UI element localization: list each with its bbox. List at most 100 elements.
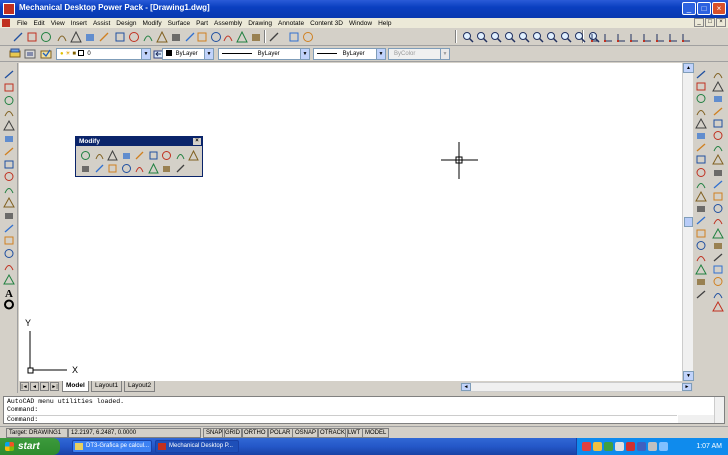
command-hscroll[interactable] bbox=[678, 415, 714, 423]
menu-drawing[interactable]: Drawing bbox=[245, 20, 275, 27]
menu-insert[interactable]: Insert bbox=[68, 20, 90, 27]
close-button[interactable]: × bbox=[712, 2, 726, 15]
break-icon[interactable] bbox=[107, 163, 118, 174]
zoom-previous-icon[interactable] bbox=[518, 31, 530, 43]
publish-icon[interactable] bbox=[84, 31, 96, 43]
network-icon[interactable] bbox=[659, 442, 668, 451]
rectangle-icon[interactable] bbox=[3, 120, 15, 131]
object-snap-icon[interactable] bbox=[712, 93, 724, 104]
preview-icon[interactable] bbox=[70, 31, 82, 43]
object-snap-icon[interactable] bbox=[712, 240, 724, 251]
scroll-left-button[interactable]: ◄ bbox=[461, 383, 471, 391]
grid-toggle[interactable]: GRID bbox=[222, 428, 243, 438]
match-properties-icon[interactable] bbox=[156, 31, 168, 43]
taskbar-item-mechanical-desktop[interactable]: Mechanical Desktop P... bbox=[155, 440, 239, 453]
fillet-icon[interactable] bbox=[161, 163, 172, 174]
ucs-icon[interactable] bbox=[590, 31, 602, 43]
object-snap-icon[interactable] bbox=[712, 227, 724, 239]
dimension-tool-icon[interactable] bbox=[695, 179, 707, 190]
lwt-toggle[interactable]: LWT bbox=[345, 428, 364, 438]
object-snap-icon[interactable] bbox=[712, 289, 724, 300]
trim-icon[interactable] bbox=[80, 163, 91, 174]
object-snap-icon[interactable] bbox=[712, 130, 724, 141]
dimension-tool-icon[interactable] bbox=[695, 264, 707, 275]
table-icon[interactable] bbox=[3, 273, 15, 285]
view-icon[interactable] bbox=[222, 31, 234, 43]
dimension-tool-icon[interactable] bbox=[695, 106, 707, 117]
zoom-in-icon[interactable] bbox=[462, 31, 474, 43]
dimension-tool-icon[interactable] bbox=[695, 228, 707, 239]
polar-toggle[interactable]: POLAR bbox=[267, 428, 294, 438]
otrack-toggle[interactable]: OTRACK bbox=[317, 428, 349, 438]
layer-state-icon[interactable] bbox=[24, 48, 36, 60]
menu-design[interactable]: Design bbox=[113, 20, 139, 27]
dimension-tool-icon[interactable] bbox=[695, 252, 707, 263]
layer-dropdown[interactable]: ● ☀ ■ 0 ▼ bbox=[56, 48, 151, 60]
dimension-tool-icon[interactable] bbox=[695, 215, 707, 226]
tray-icon[interactable] bbox=[626, 442, 635, 451]
tray-icon[interactable] bbox=[593, 442, 602, 451]
ucs-view-icon[interactable] bbox=[655, 31, 667, 43]
multiline-text-icon[interactable]: A bbox=[3, 287, 15, 298]
object-snap-icon[interactable] bbox=[712, 118, 724, 129]
object-snap-icon[interactable] bbox=[712, 191, 724, 202]
mirror-icon[interactable] bbox=[107, 150, 118, 161]
app-icon[interactable] bbox=[3, 3, 15, 15]
object-snap-icon[interactable] bbox=[712, 106, 724, 117]
object-snap-icon[interactable] bbox=[712, 179, 724, 190]
polyline-icon[interactable] bbox=[3, 95, 15, 106]
zoom-window-icon[interactable] bbox=[236, 31, 248, 43]
tab-layout1[interactable]: Layout1 bbox=[91, 381, 123, 392]
polygon-icon[interactable] bbox=[3, 107, 15, 118]
zoom-center-icon[interactable] bbox=[546, 31, 558, 43]
cut-icon[interactable] bbox=[114, 31, 126, 43]
command-window[interactable]: AutoCAD menu utilities loaded. Command: … bbox=[3, 396, 725, 424]
dimension-tool-icon[interactable] bbox=[695, 191, 707, 202]
ucs-origin-icon[interactable] bbox=[616, 31, 628, 43]
donut-icon[interactable] bbox=[3, 299, 15, 310]
object-snap-icon[interactable] bbox=[712, 167, 724, 178]
tab-prev-button[interactable]: ◄ bbox=[30, 382, 39, 391]
menu-edit[interactable]: Edit bbox=[30, 20, 47, 27]
rotate-icon[interactable] bbox=[161, 150, 172, 161]
arc-icon[interactable] bbox=[3, 133, 15, 144]
dimension-tool-icon[interactable] bbox=[695, 130, 707, 141]
ellipse-icon[interactable] bbox=[3, 184, 15, 195]
construction-line-icon[interactable] bbox=[3, 82, 15, 93]
circle-icon[interactable] bbox=[3, 146, 15, 157]
lineweight-dropdown[interactable]: ByLayer ▼ bbox=[313, 48, 386, 60]
menu-content-3d[interactable]: Content 3D bbox=[307, 20, 346, 27]
new-icon[interactable] bbox=[12, 31, 24, 43]
region-icon[interactable] bbox=[3, 261, 15, 272]
today-icon[interactable] bbox=[210, 31, 222, 43]
taskbar-item-grafica[interactable]: DT3-Grafica pe calcul... bbox=[72, 440, 152, 453]
object-snap-icon[interactable] bbox=[712, 276, 724, 287]
object-snap-icon[interactable] bbox=[712, 300, 724, 312]
ucs-3point-icon[interactable] bbox=[629, 31, 641, 43]
ucs-x-icon[interactable] bbox=[668, 31, 680, 43]
command-input[interactable]: Command: bbox=[7, 415, 677, 423]
document-icon[interactable] bbox=[2, 19, 10, 27]
object-snap-icon[interactable] bbox=[712, 69, 724, 80]
dimension-tool-icon[interactable] bbox=[695, 69, 707, 80]
tray-icon[interactable] bbox=[582, 442, 591, 451]
print-icon[interactable] bbox=[56, 31, 68, 43]
undo-icon[interactable] bbox=[170, 31, 182, 43]
erase-icon[interactable] bbox=[80, 150, 91, 161]
menu-file[interactable]: File bbox=[14, 20, 30, 27]
coordinate-readout[interactable]: 12.2197, 6.2487, 0.0000 bbox=[68, 428, 201, 438]
model-toggle[interactable]: MODEL bbox=[362, 428, 390, 438]
doc-minimize-button[interactable]: _ bbox=[694, 18, 704, 27]
zoom-scale-icon[interactable] bbox=[532, 31, 544, 43]
doc-close-button[interactable]: × bbox=[716, 18, 726, 27]
object-snap-icon[interactable] bbox=[712, 252, 724, 263]
zoom-extents-icon[interactable] bbox=[504, 31, 516, 43]
ucs-y-icon[interactable] bbox=[681, 31, 693, 43]
chamfer-icon[interactable] bbox=[147, 163, 159, 174]
open-icon[interactable] bbox=[26, 31, 38, 43]
dimension-tool-icon[interactable] bbox=[695, 203, 707, 214]
modify-toolbar-header[interactable]: Modify × bbox=[76, 137, 202, 146]
stretch-icon[interactable] bbox=[188, 150, 199, 161]
vertical-scrollbar[interactable]: ▲ ▼ bbox=[682, 63, 694, 381]
menu-assist[interactable]: Assist bbox=[90, 20, 113, 27]
